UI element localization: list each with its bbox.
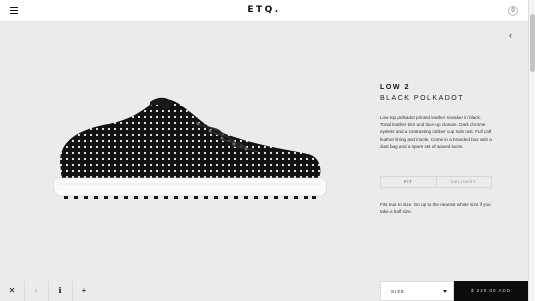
shoe-sole (53, 177, 327, 197)
fit-text: Fits true to size. Go up to the nearest … (380, 202, 491, 215)
product-model: LOW 2 (380, 84, 411, 91)
sole-tread (64, 196, 316, 199)
tab-fit[interactable]: FIT (381, 177, 437, 187)
product-description: Low top polkadot printed leather sneaker… (380, 115, 492, 149)
info-icon[interactable]: ℹ (48, 281, 72, 301)
product-image (53, 97, 327, 199)
cart-icon[interactable]: 0 (508, 6, 518, 16)
close-icon[interactable]: ✕ (0, 281, 24, 301)
product-info: LOW 2 BLACK POLKADOT (380, 84, 492, 102)
scrollbar[interactable] (528, 0, 535, 301)
brand-logo[interactable]: ETQ. (0, 5, 528, 15)
shoe-upper (60, 98, 321, 182)
caret-down-icon (443, 290, 447, 293)
add-icon[interactable]: + (72, 281, 96, 301)
scrollbar-thumb[interactable] (530, 14, 535, 72)
product-variant: BLACK POLKADOT (380, 95, 465, 102)
add-to-bag-button[interactable]: $ 229.00 ADD (454, 281, 528, 301)
bottom-bar: ✕ ‹ ℹ + SIZE $ 229.00 ADD (0, 281, 528, 301)
back-chevron-icon[interactable]: ‹ (509, 30, 512, 40)
info-tabs: FIT DELIVERY (380, 176, 492, 188)
tab-delivery[interactable]: DELIVERY (437, 177, 492, 187)
top-header: ETQ. 0 (0, 0, 528, 22)
prev-icon[interactable]: ‹ (24, 281, 48, 301)
size-select[interactable]: SIZE (380, 281, 454, 301)
size-select-label: SIZE (391, 289, 406, 294)
